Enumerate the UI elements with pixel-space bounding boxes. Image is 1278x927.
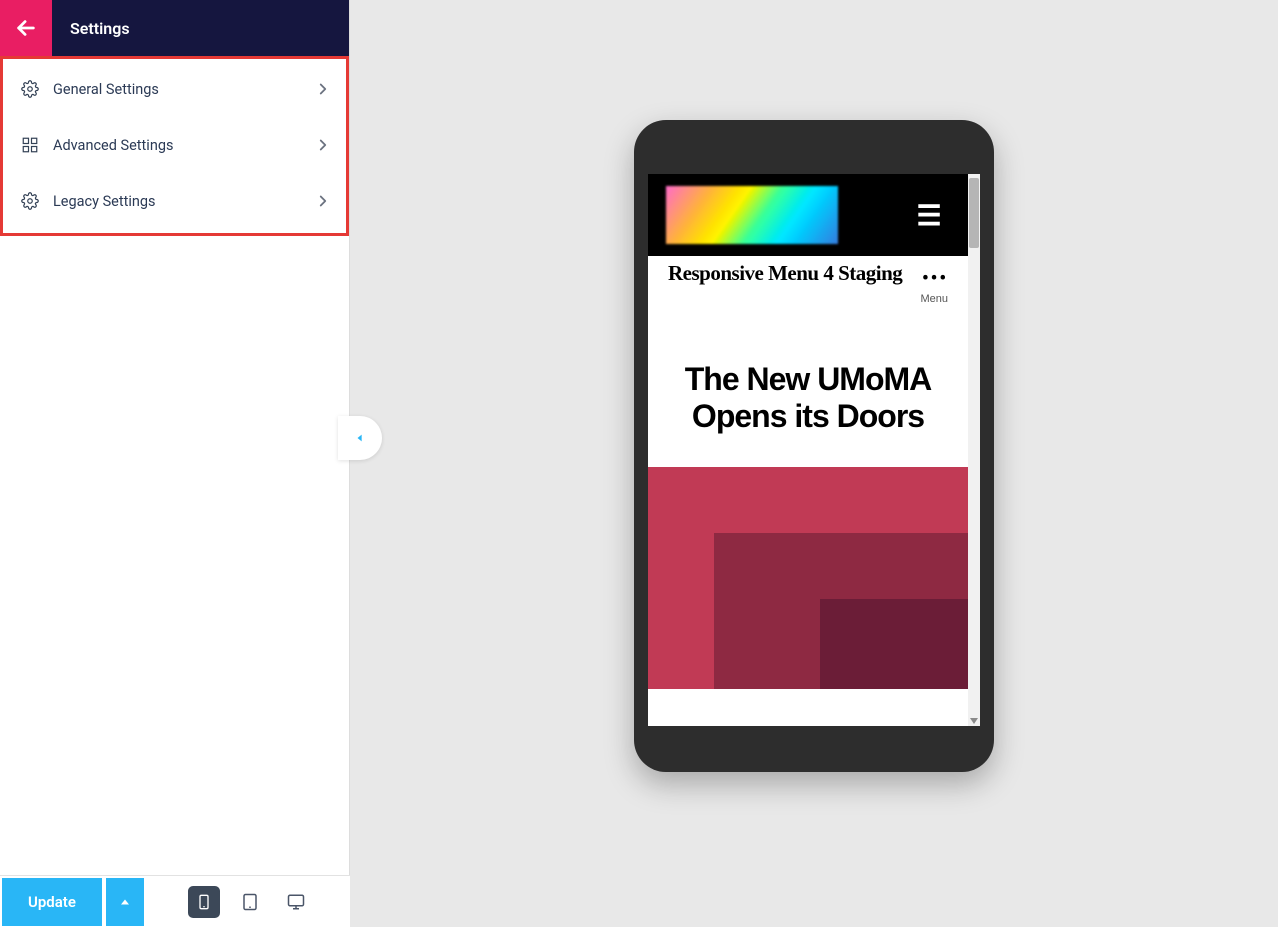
dots-icon: •••	[920, 268, 948, 289]
preview-site-header: ☰	[648, 174, 968, 256]
phone-screen[interactable]: ☰ Responsive Menu 4 Staging ••• Menu The…	[648, 174, 980, 726]
preview-hero-image	[648, 467, 968, 689]
settings-list: General Settings Advanced Settings Legac…	[0, 56, 349, 236]
grid-icon	[21, 136, 39, 154]
mobile-icon	[196, 892, 212, 912]
device-mobile-button[interactable]	[188, 886, 220, 918]
update-dropdown-button[interactable]	[106, 878, 144, 926]
preview-scrollbar[interactable]	[968, 174, 980, 726]
sidebar-footer: Update	[0, 875, 350, 927]
phone-frame: ☰ Responsive Menu 4 Staging ••• Menu The…	[634, 120, 994, 772]
hamburger-menu-button[interactable]: ☰	[902, 188, 956, 242]
gear-icon	[21, 192, 39, 210]
update-button[interactable]: Update	[2, 878, 102, 926]
tablet-icon	[241, 892, 259, 912]
settings-item-advanced[interactable]: Advanced Settings	[3, 117, 346, 173]
preview-subheader: Responsive Menu 4 Staging ••• Menu	[648, 256, 968, 305]
device-switcher	[188, 886, 312, 918]
back-button[interactable]	[0, 0, 52, 56]
update-button-label: Update	[28, 893, 76, 911]
device-tablet-button[interactable]	[234, 886, 266, 918]
chevron-right-icon	[314, 136, 332, 154]
settings-item-general[interactable]: General Settings	[3, 61, 346, 117]
chevron-right-icon	[314, 80, 332, 98]
preview-site-title[interactable]: Responsive Menu 4 Staging	[668, 262, 902, 284]
preview-hero-title: The New UMoMA Opens its Doors	[648, 305, 968, 467]
site-logo[interactable]	[666, 186, 838, 244]
preview-canvas: ☰ Responsive Menu 4 Staging ••• Menu The…	[350, 0, 1278, 927]
settings-item-legacy[interactable]: Legacy Settings	[3, 173, 346, 229]
gear-icon	[21, 80, 39, 98]
settings-item-label: Advanced Settings	[53, 137, 314, 154]
desktop-icon	[286, 893, 306, 911]
arrow-left-icon	[15, 17, 37, 39]
sidebar-title: Settings	[52, 19, 130, 38]
secondary-menu-label: Menu	[920, 293, 948, 305]
device-desktop-button[interactable]	[280, 886, 312, 918]
settings-item-label: General Settings	[53, 81, 314, 98]
secondary-menu-button[interactable]: ••• Menu	[920, 262, 948, 305]
settings-item-label: Legacy Settings	[53, 193, 314, 210]
hamburger-icon: ☰	[916, 199, 941, 232]
settings-sidebar: Settings General Settings Advanced Setti…	[0, 0, 350, 927]
caret-up-icon	[119, 896, 131, 908]
chevron-right-icon	[314, 192, 332, 210]
sidebar-header: Settings	[0, 0, 349, 56]
